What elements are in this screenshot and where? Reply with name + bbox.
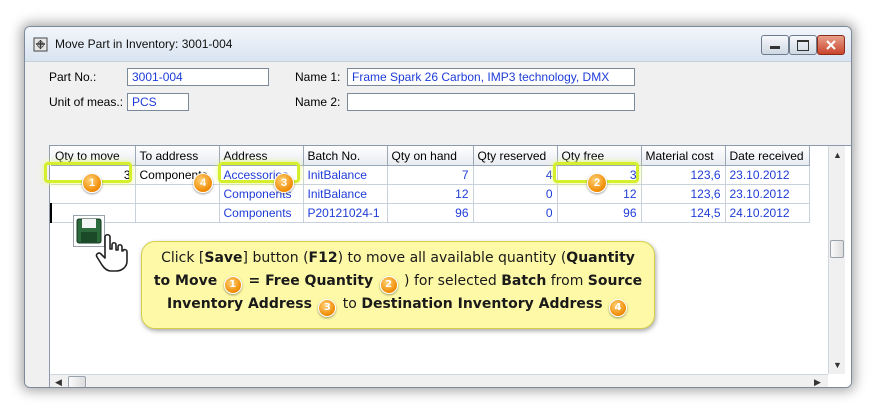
- name2-field[interactable]: [347, 93, 635, 111]
- unit-field[interactable]: PCS: [127, 93, 189, 111]
- cell-qty-free[interactable]: 96: [557, 203, 642, 223]
- scroll-right-icon[interactable]: ▶: [814, 377, 821, 387]
- cell-material-cost[interactable]: 124,5: [641, 203, 726, 223]
- name1-label: Name 1:: [295, 70, 341, 84]
- callout-text: ] button (: [242, 250, 309, 266]
- callout-text: Inventory Address: [166, 296, 312, 312]
- callout-text: Source: [587, 273, 643, 289]
- move-inventory-icon: [33, 37, 48, 52]
- col-header-qty-on-hand[interactable]: Qty on hand: [387, 146, 474, 166]
- horizontal-scroll-thumb[interactable]: [68, 376, 86, 387]
- col-header-to-address[interactable]: To address: [135, 146, 220, 166]
- callout-text: from: [546, 273, 588, 289]
- step-badge-2: 2: [587, 173, 607, 193]
- close-icon: [826, 40, 836, 50]
- callout-text: ) to move all available quantity (: [337, 250, 567, 266]
- horizontal-scrollbar[interactable]: ◀ ▶: [50, 374, 828, 387]
- cell-date-received[interactable]: 24.10.2012: [725, 203, 810, 223]
- scroll-left-icon[interactable]: ◀: [55, 377, 62, 387]
- callout-text: Destination Inventory Address: [361, 296, 603, 312]
- minimize-icon: [770, 46, 780, 49]
- callout-text: ) for selected: [399, 273, 502, 289]
- instruction-callout: Click [Save] button (F12) to move all av…: [141, 241, 655, 329]
- col-header-material-cost[interactable]: Material cost: [641, 146, 726, 166]
- cell-qty-reserved[interactable]: 4: [473, 165, 558, 185]
- scroll-down-icon[interactable]: ▼: [833, 360, 842, 370]
- step-badge-3: 3: [274, 173, 294, 193]
- cell-date-received[interactable]: 23.10.2012: [725, 184, 810, 204]
- close-button[interactable]: [817, 35, 845, 55]
- callout-text: to Move: [153, 273, 218, 289]
- cell-batch-no[interactable]: InitBalance: [303, 184, 388, 204]
- cell-qty-reserved[interactable]: 0: [473, 184, 558, 204]
- header-row: Qty to move To address Address Batch No.…: [51, 146, 810, 166]
- callout-text: Quantity: [566, 250, 635, 266]
- cell-qty-reserved[interactable]: 0: [473, 203, 558, 223]
- callout-text: Click [: [161, 250, 205, 266]
- step-badge-1: 1: [82, 173, 102, 193]
- part-no-field[interactable]: 3001-004: [127, 68, 269, 86]
- cell-batch-no[interactable]: P20121024-1: [303, 203, 388, 223]
- callout-text: F12: [308, 250, 338, 266]
- scroll-up-icon[interactable]: ▲: [833, 150, 842, 160]
- part-no-label: Part No.:: [49, 70, 97, 84]
- callout-text: =: [243, 273, 266, 289]
- cell-qty-on-hand[interactable]: 7: [387, 165, 474, 185]
- move-part-window: Move Part in Inventory: 3001-004 Part No…: [24, 26, 852, 388]
- cell-batch-no[interactable]: InitBalance: [303, 165, 388, 185]
- callout-badge-2: 2: [379, 276, 398, 294]
- inventory-table: Qty to move To address Address Batch No.…: [50, 146, 810, 223]
- table-row[interactable]: Components P20121024-1 96 0 96 124,5 24.…: [50, 203, 810, 223]
- col-header-date-received[interactable]: Date received: [725, 146, 810, 166]
- title-bar[interactable]: Move Part in Inventory: 3001-004: [25, 27, 851, 62]
- maximize-icon: [797, 40, 809, 51]
- callout-badge-1: 1: [223, 276, 242, 294]
- unit-label: Unit of meas.:: [49, 95, 124, 109]
- callout-text: Free Quantity: [265, 273, 374, 289]
- hand-cursor-icon: [95, 233, 128, 272]
- cell-qty-on-hand[interactable]: 12: [387, 184, 474, 204]
- name2-label: Name 2:: [295, 95, 341, 109]
- cell-material-cost[interactable]: 123,6: [641, 165, 726, 185]
- callout-line-1: Click [Save] button (F12) to move all av…: [142, 250, 654, 266]
- step-badge-4: 4: [193, 173, 213, 193]
- window-title: Move Part in Inventory: 3001-004: [55, 37, 233, 51]
- callout-line-2: to Move 1 = Free Quantity 2 ) for select…: [142, 273, 654, 294]
- minimize-button[interactable]: [761, 35, 789, 55]
- cell-to-address[interactable]: [135, 203, 220, 223]
- callout-text: Batch: [501, 273, 547, 289]
- callout-line-3: Inventory Address 3 to Destination Inven…: [142, 296, 654, 317]
- callout-badge-4: 4: [609, 299, 628, 317]
- cell-qty-on-hand[interactable]: 96: [387, 203, 474, 223]
- callout-text: to: [338, 296, 362, 312]
- cell-date-received[interactable]: 23.10.2012: [725, 165, 810, 185]
- name1-field[interactable]: Frame Spark 26 Carbon, IMP3 technology, …: [347, 68, 635, 86]
- callout-badge-3: 3: [318, 299, 337, 317]
- col-header-batch-no[interactable]: Batch No.: [303, 146, 388, 166]
- vertical-scrollbar[interactable]: ▲ ▼: [828, 146, 845, 374]
- vertical-scroll-thumb[interactable]: [830, 240, 844, 258]
- col-header-qty-reserved[interactable]: Qty reserved: [473, 146, 558, 166]
- callout-text: Save: [204, 250, 243, 266]
- maximize-button[interactable]: [789, 35, 817, 55]
- cell-address[interactable]: Components: [219, 203, 304, 223]
- table-row[interactable]: Components InitBalance 12 0 12 123,6 23.…: [51, 184, 810, 204]
- table-row[interactable]: 3 Components Accessories InitBalance 7 4…: [51, 165, 810, 185]
- cell-material-cost[interactable]: 123,6: [641, 184, 726, 204]
